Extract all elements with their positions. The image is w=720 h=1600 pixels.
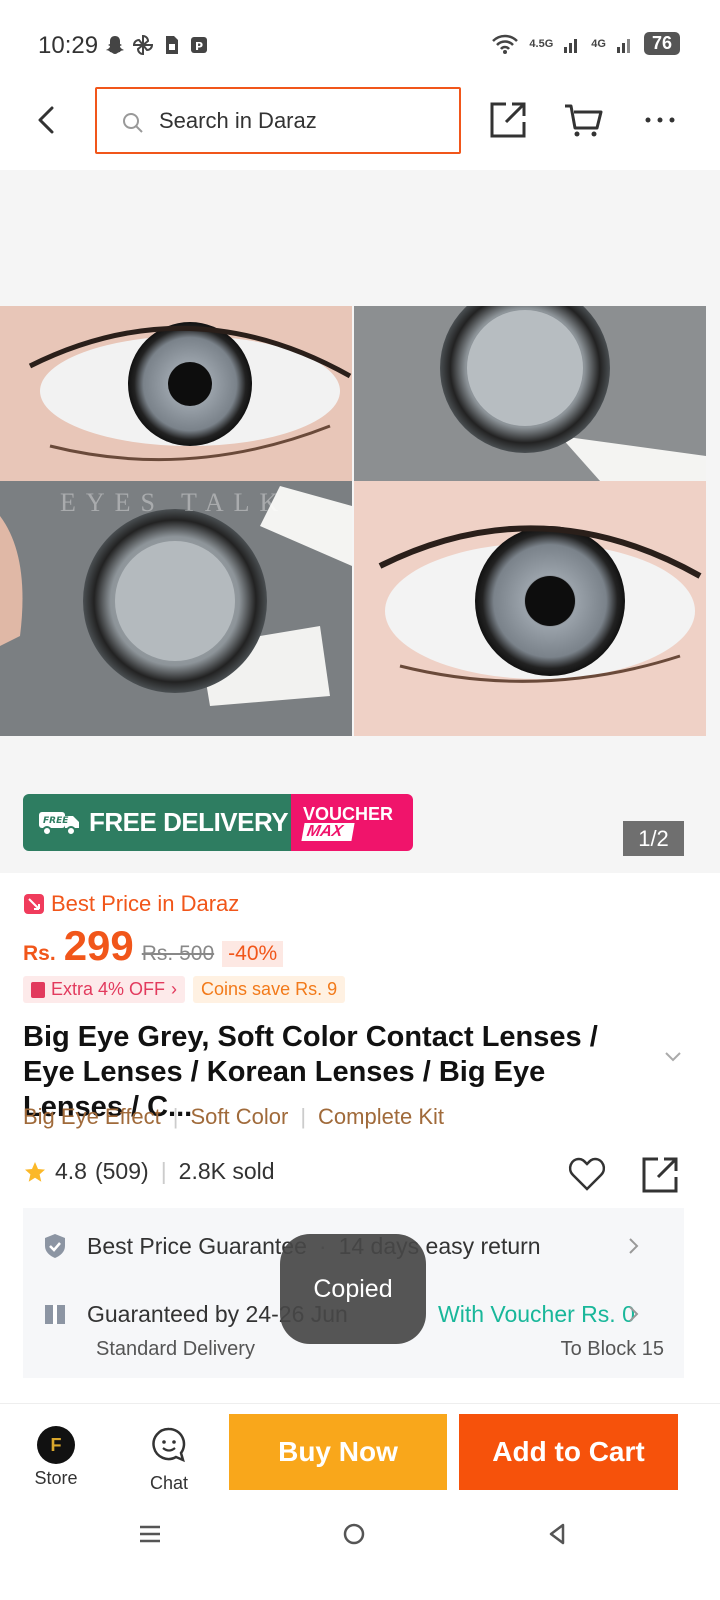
- promo-banner: FREE FREE DELIVERY VOUCHER MAX: [23, 794, 413, 851]
- coupon-icon: [31, 981, 45, 998]
- free-badge-text: FREE: [43, 816, 69, 826]
- pinwheel-icon: [132, 34, 154, 56]
- delivery-destination: To Block 15: [560, 1338, 664, 1360]
- wifi-icon: [492, 34, 519, 54]
- divider: |: [160, 1158, 167, 1184]
- signal-icon-2: [616, 38, 630, 53]
- copied-toast: Copied: [280, 1234, 426, 1344]
- offer-chips: Extra 4% OFF › Coins save Rs. 9: [23, 976, 346, 1003]
- rating-count: (509): [94, 1158, 149, 1184]
- search-input[interactable]: Search in Daraz: [95, 87, 461, 154]
- product-tags: Big Eye Effect | Soft Color | Complete K…: [23, 1104, 444, 1130]
- search-placeholder: Search in Daraz: [159, 108, 317, 133]
- network-label-2: 4G: [591, 37, 606, 50]
- product-gallery[interactable]: EYES TALK FREE FREE DELIVERY VOUCHER MAX…: [0, 170, 720, 873]
- back-arrow-icon[interactable]: [30, 100, 66, 140]
- wishlist-heart-icon[interactable]: [567, 1155, 607, 1193]
- app-icon: P: [188, 34, 210, 56]
- network-label-1: 4.5G: [529, 37, 554, 50]
- rating-value: 4.8: [55, 1158, 87, 1184]
- discount-badge: -40%: [222, 941, 284, 967]
- free-delivery-badge: FREE FREE DELIVERY: [23, 794, 291, 851]
- tag-separator: |: [172, 1104, 179, 1129]
- system-navigation-bar: [0, 1506, 720, 1600]
- image-watermark: EYES TALK: [60, 488, 288, 517]
- extra-off-chip[interactable]: Extra 4% OFF ›: [23, 976, 186, 1003]
- shield-icon: [45, 1234, 65, 1258]
- truck-icon: FREE: [39, 811, 79, 836]
- image-page-indicator: 1/2: [623, 821, 684, 856]
- coins-chip: Coins save Rs. 9: [193, 976, 346, 1003]
- sold-count: 2.8K sold: [178, 1158, 275, 1184]
- chevron-down-icon[interactable]: [662, 1045, 684, 1067]
- snapchat-icon: [104, 34, 126, 56]
- top-navigation: Search in Daraz: [0, 80, 720, 170]
- share-icon[interactable]: [640, 1155, 680, 1195]
- svg-text:P: P: [195, 40, 203, 53]
- store-label: Store: [34, 1468, 78, 1488]
- package-icon: [45, 1305, 65, 1324]
- voucher-max-badge: VOUCHER MAX: [291, 794, 413, 851]
- voucher-text: VOUCHER: [303, 803, 394, 824]
- cart-icon[interactable]: [563, 100, 603, 140]
- store-button[interactable]: F Store: [28, 1426, 84, 1489]
- status-bar: 10:29 P 4.5G 4G 76: [0, 0, 720, 80]
- buy-now-button[interactable]: Buy Now: [229, 1414, 447, 1490]
- tag-big-eye-effect: Big Eye Effect: [23, 1104, 161, 1129]
- more-options-icon[interactable]: [640, 100, 680, 140]
- share-icon[interactable]: [488, 100, 528, 140]
- notification-icons: P: [104, 34, 210, 56]
- best-price-label: Best Price in Daraz: [23, 891, 239, 917]
- signal-icon-1: [564, 38, 578, 53]
- sim-icon: [160, 34, 182, 56]
- price-row: Rs. 299 Rs. 500 -40%: [23, 922, 284, 970]
- battery-indicator: 76: [643, 32, 680, 55]
- store-logo-icon: F: [37, 1426, 75, 1464]
- chevron-right-icon: [629, 1306, 639, 1322]
- chat-icon: [152, 1427, 186, 1463]
- price-tag-icon: [24, 894, 44, 914]
- chevron-right-icon: ›: [171, 979, 178, 999]
- delivery-type: Standard Delivery: [96, 1338, 255, 1360]
- chat-label: Chat: [149, 1473, 189, 1493]
- current-price: 299: [63, 922, 134, 969]
- best-price-guarantee: Best Price Guarantee: [87, 1232, 307, 1259]
- tag-complete-kit: Complete Kit: [318, 1104, 444, 1129]
- tag-separator: |: [300, 1104, 307, 1129]
- star-icon: [25, 1161, 45, 1182]
- free-delivery-text: FREE DELIVERY: [89, 807, 289, 837]
- voucher-delivery: With Voucher Rs. 0: [438, 1300, 635, 1327]
- bottom-action-bar: F Store Chat Buy Now Add to Cart: [0, 1403, 720, 1506]
- clock: 10:29: [38, 32, 99, 59]
- product-image[interactable]: EYES TALK: [0, 306, 706, 736]
- tag-soft-color: Soft Color: [190, 1104, 289, 1129]
- max-text: MAX: [301, 822, 355, 841]
- original-price: Rs. 500: [141, 942, 215, 965]
- status-right: 4.5G 4G 76: [491, 32, 680, 55]
- add-to-cart-button[interactable]: Add to Cart: [459, 1414, 678, 1490]
- home-icon[interactable]: [342, 1522, 366, 1546]
- rating-row[interactable]: 4.8 (509) | 2.8K sold: [23, 1158, 275, 1185]
- recent-apps-icon[interactable]: [138, 1522, 162, 1546]
- back-icon[interactable]: [545, 1522, 569, 1546]
- search-icon: [123, 113, 143, 133]
- chat-button[interactable]: Chat: [141, 1426, 197, 1494]
- chevron-right-icon: [629, 1238, 639, 1254]
- currency: Rs.: [23, 942, 56, 965]
